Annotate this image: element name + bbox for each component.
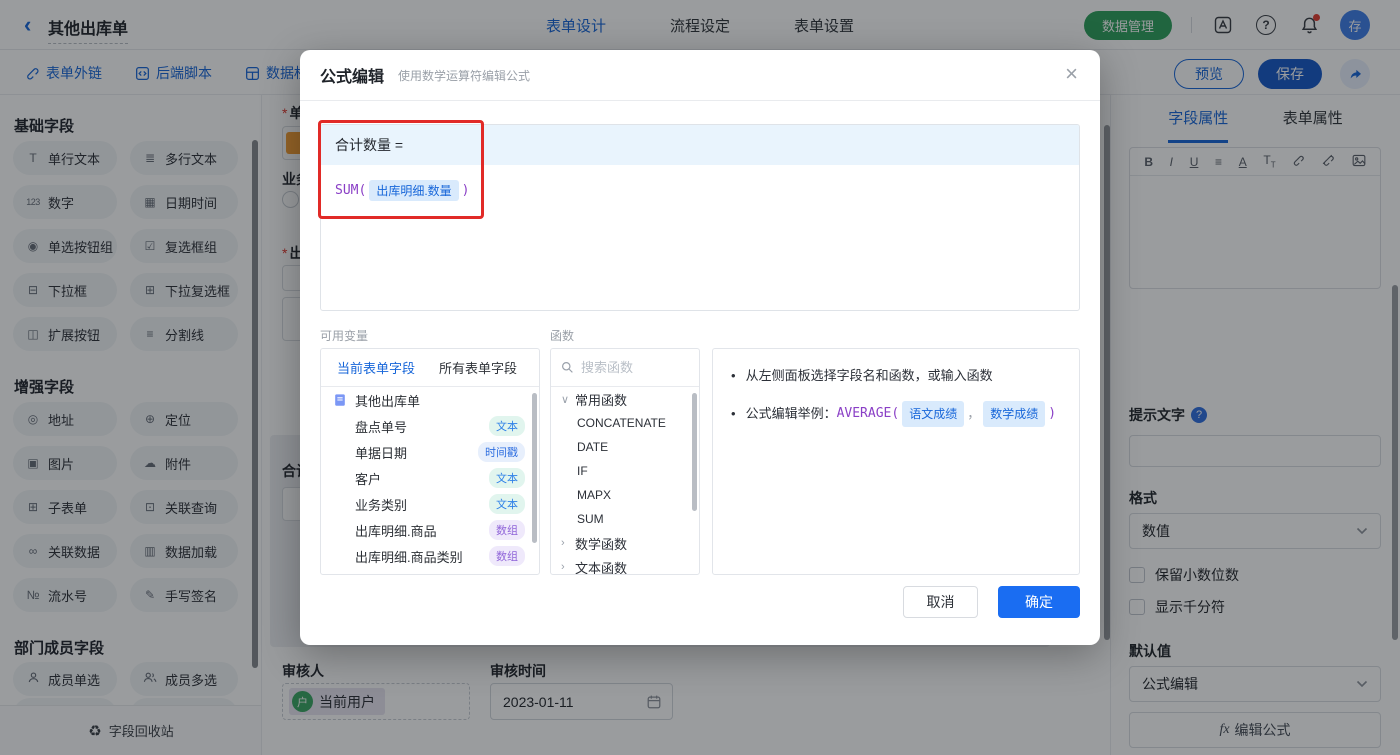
formula-target-row: 合计数量 =	[321, 125, 1079, 165]
tip-line-2: • 公式编辑举例： AVERAGE( 语文成绩 ， 数学成绩 )	[731, 401, 1061, 427]
functions-label: 函数	[550, 329, 575, 343]
variable-item[interactable]: 盘点单号 文本	[321, 413, 539, 439]
example-token: 语文成绩	[902, 401, 965, 427]
function-close: )	[461, 183, 470, 198]
functions-panel: ∨常用函数 CONCATENATE DATE IF MAPX SUM ›数学函数…	[550, 348, 700, 575]
example-token: 数学成绩	[983, 401, 1046, 427]
variable-item[interactable]: 客户 文本	[321, 465, 539, 491]
variables-root-node[interactable]: 其他出库单	[321, 387, 539, 413]
type-badge: 文本	[489, 494, 525, 514]
function-group-math[interactable]: › 数学函数	[551, 531, 699, 555]
tips-panel: • 从左侧面板选择字段名和函数，或输入函数 • 公式编辑举例： AVERAGE(…	[712, 348, 1080, 575]
tab-current-form-fields[interactable]: 当前表单字段	[337, 358, 415, 377]
function-open: SUM(	[335, 183, 367, 198]
type-badge: 文本	[489, 468, 525, 488]
function-search[interactable]	[551, 349, 699, 387]
field-token[interactable]: 出库明细.数量	[369, 180, 459, 201]
type-badge: 数组	[489, 520, 525, 540]
type-badge: 时间戳	[478, 442, 525, 462]
modal-title: 公式编辑	[320, 69, 385, 86]
variable-item[interactable]: 出库明细.商品类别 数组	[321, 543, 539, 569]
tab-all-form-fields[interactable]: 所有表单字段	[439, 358, 517, 377]
variables-panel: 当前表单字段 所有表单字段 其他出库单 盘点单号 文本 单据日期 时间戳 客户 文本 …	[320, 348, 540, 575]
function-search-input[interactable]	[581, 360, 681, 375]
formula-editor-area[interactable]: 合计数量 = SUM(出库明细.数量)	[320, 124, 1080, 311]
formula-editor-modal: 公式编辑 使用数学运算符编辑公式 × 合计数量 = SUM(出库明细.数量) 可…	[300, 50, 1100, 645]
modal-header: 公式编辑 使用数学运算符编辑公式	[300, 50, 1100, 101]
functions-scrollbar[interactable]	[692, 393, 697, 511]
type-badge: 文本	[489, 416, 525, 436]
variable-item[interactable]: 业务类别 文本	[321, 491, 539, 517]
function-item[interactable]: SUM	[551, 507, 699, 531]
function-item[interactable]: MAPX	[551, 483, 699, 507]
confirm-button[interactable]: 确定	[998, 586, 1080, 618]
cancel-button[interactable]: 取消	[903, 586, 978, 618]
modal-footer: 取消 确定	[903, 586, 1080, 618]
modal-subtitle: 使用数学运算符编辑公式	[398, 68, 531, 83]
form-doc-icon	[335, 394, 345, 406]
type-badge: 数组	[489, 546, 525, 566]
function-item[interactable]: CONCATENATE	[551, 411, 699, 435]
variables-scrollbar[interactable]	[532, 393, 537, 543]
variable-item[interactable]: 出库明细.商品 数组	[321, 517, 539, 543]
variable-item[interactable]: 单据日期 时间戳	[321, 439, 539, 465]
function-group-common[interactable]: ∨ 常用函数	[551, 387, 699, 411]
formula-expression[interactable]: SUM(出库明细.数量)	[321, 165, 1079, 216]
tip-line-1: • 从左侧面板选择字段名和函数，或输入函数	[731, 368, 993, 383]
close-icon[interactable]: ×	[1065, 63, 1078, 85]
function-item[interactable]: DATE	[551, 435, 699, 459]
function-item[interactable]: IF	[551, 459, 699, 483]
function-group-text[interactable]: › 文本函数	[551, 555, 699, 575]
variables-label: 可用变量	[320, 329, 369, 343]
search-icon	[562, 362, 573, 373]
variables-tabs: 当前表单字段 所有表单字段	[321, 349, 539, 387]
